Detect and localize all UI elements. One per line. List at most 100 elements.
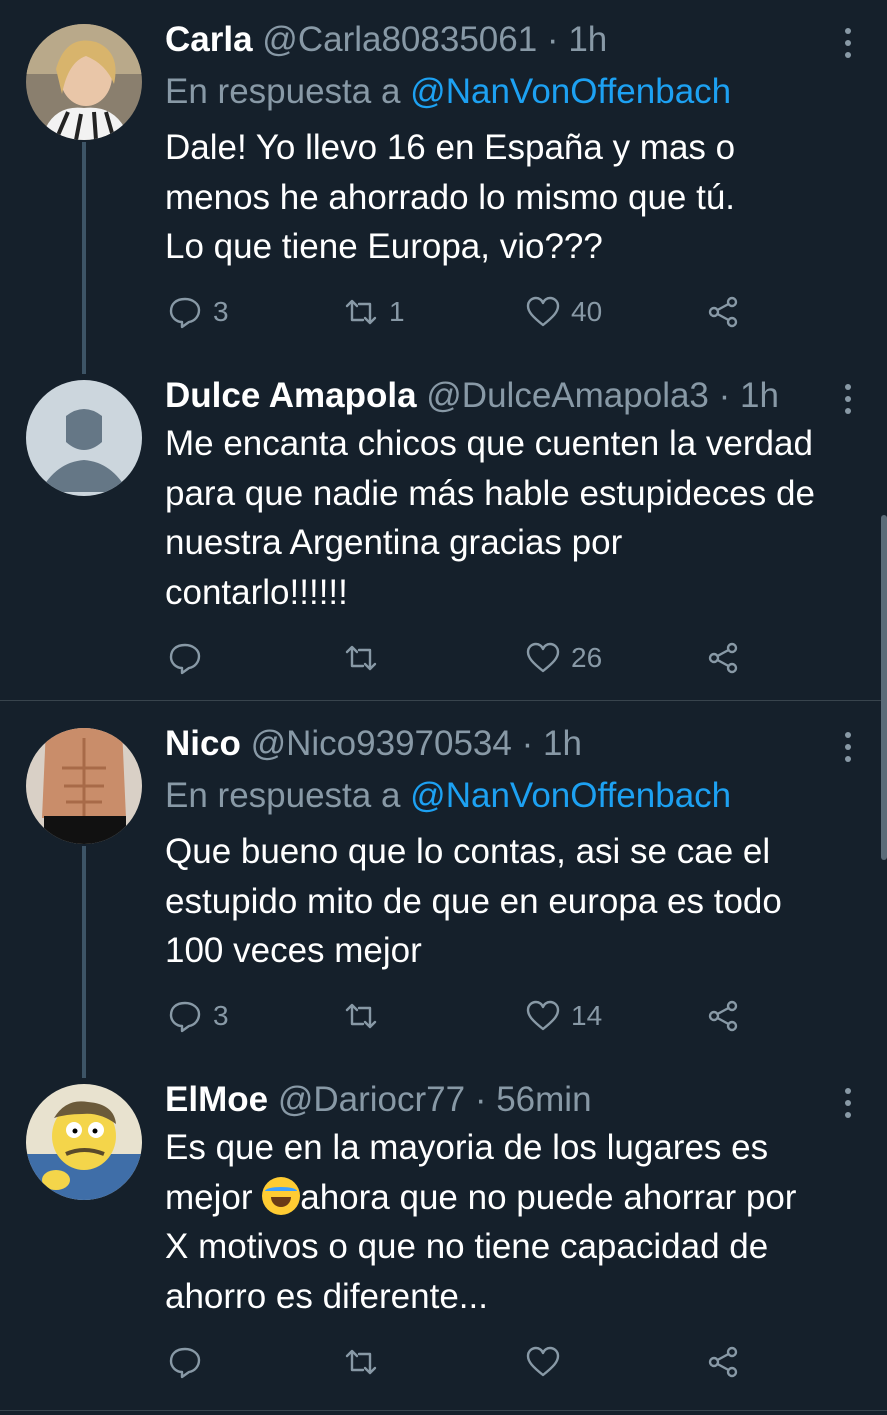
share-button[interactable] [705, 292, 741, 332]
display-name[interactable]: ElMoe [165, 1080, 268, 1119]
reply-count: 3 [213, 296, 229, 327]
separator: · [546, 20, 559, 59]
heart-icon [526, 1000, 560, 1031]
more-vertical-icon[interactable] [845, 28, 853, 64]
tweet[interactable]: Dulce Amapola @DulceAmapola3 · 1h Me enc… [0, 374, 887, 700]
more-vertical-icon[interactable] [845, 1088, 853, 1124]
retweet-icon [345, 645, 377, 671]
tweet-text-line: nuestra Argentina gracias por [165, 523, 623, 562]
tweet-text: Me encanta chicos que cuenten la verdad … [165, 419, 863, 617]
heart-icon [526, 1346, 560, 1377]
timestamp[interactable]: 1h [568, 20, 607, 59]
share-button[interactable] [705, 638, 741, 678]
like-button[interactable] [525, 1342, 561, 1382]
reply-context: En respuesta a @NanVonOffenbach [165, 70, 731, 114]
avatar-elmoe[interactable] [26, 1084, 142, 1200]
retweet-button[interactable]: 1 [343, 292, 405, 332]
separator: · [474, 1080, 487, 1119]
tweet-text-line: ahorro es diferente... [165, 1276, 488, 1316]
share-button[interactable] [705, 996, 741, 1036]
like-count: 40 [571, 296, 603, 327]
share-icon [708, 1000, 738, 1032]
tweet[interactable]: ElMoe @Dariocr77 · 56min Es que en la ma… [0, 1078, 887, 1404]
avatar-carla[interactable] [26, 24, 142, 140]
share-button[interactable] [705, 1342, 741, 1382]
divider [0, 700, 887, 701]
share-icon [708, 296, 738, 328]
user-handle[interactable]: @Nico93970534 [251, 724, 512, 763]
scrollbar[interactable] [881, 515, 887, 860]
tweet-actions: 3 14 [165, 996, 765, 1036]
divider [0, 1410, 887, 1411]
reply-mention-link[interactable]: @NanVonOffenbach [410, 776, 731, 815]
tweet-header: Carla @Carla80835061 · 1h [165, 18, 827, 62]
more-vertical-icon[interactable] [845, 732, 853, 768]
reply-icon [169, 1001, 201, 1033]
tweet-text-line: menos he ahorrado lo mismo que tú. [165, 177, 736, 217]
timestamp[interactable]: 1h [543, 724, 582, 763]
tweet-text-line: para que nadie más hable estupideces de [165, 473, 815, 513]
like-button[interactable]: 14 [525, 996, 602, 1036]
reply-prefix: En respuesta a [165, 72, 401, 111]
tweet-text-line: Es que en la mayoria de los lugares es [165, 1128, 769, 1167]
tweet-text-fragment: mejor [165, 1177, 263, 1217]
tweet-text-line: Me encanta chicos que cuenten la verdad [165, 424, 813, 463]
tweet-text-line: contarlo!!!!!! [165, 572, 348, 612]
user-handle[interactable]: @Carla80835061 [262, 20, 537, 59]
tweet-actions: 3 1 40 [165, 292, 765, 332]
tweet-text-line: Dale! Yo llevo 16 en España y mas o [165, 128, 736, 167]
user-handle[interactable]: @Dariocr77 [278, 1080, 465, 1119]
retweet-button[interactable] [343, 1342, 379, 1382]
face-with-tears-of-joy-icon [262, 1176, 301, 1215]
tweet[interactable]: Carla @Carla80835061 · 1h En respuesta a… [0, 18, 887, 358]
tweet-text-line: X motivos o que no tiene capacidad de [165, 1227, 769, 1266]
reply-button[interactable]: 3 [167, 996, 229, 1036]
share-icon [708, 1346, 738, 1378]
tweet-text: Es que en la mayoria de los lugares es m… [165, 1123, 863, 1321]
display-name[interactable]: Dulce Amapola [165, 376, 417, 415]
tweet-text-line: 100 veces mejor [165, 931, 422, 970]
tweet-text-line: Que bueno que lo contas, asi se cae el [165, 832, 771, 871]
separator: · [521, 724, 534, 763]
tweet-text-line: estupido mito de que en europa es todo [165, 881, 782, 921]
avatar-dulce-amapola[interactable] [26, 380, 142, 496]
tweet-text: Que bueno que lo contas, asi se cae el e… [165, 827, 863, 976]
more-vertical-icon[interactable] [845, 384, 853, 420]
reply-mention-link[interactable]: @NanVonOffenbach [410, 72, 731, 111]
avatar-nico[interactable] [26, 728, 142, 844]
like-count: 14 [571, 1000, 603, 1031]
retweet-icon [345, 1349, 377, 1375]
tweet-text: Dale! Yo llevo 16 en España y mas o meno… [165, 123, 863, 272]
tweet-text-line: Lo que tiene Europa, vio??? [165, 227, 603, 266]
share-icon [708, 642, 738, 674]
reply-context: En respuesta a @NanVonOffenbach [165, 774, 731, 818]
tweet-actions: 26 [165, 638, 765, 678]
like-button[interactable]: 26 [525, 638, 602, 678]
user-handle[interactable]: @DulceAmapola3 [426, 376, 709, 415]
tweet-header: Nico @Nico93970534 · 1h [165, 722, 827, 766]
reply-icon [169, 297, 201, 329]
tweet-header: ElMoe @Dariocr77 · 56min [165, 1078, 827, 1122]
tweet-text-fragment: ahora que no puede ahorrar por [300, 1177, 797, 1217]
tweet-header: Dulce Amapola @DulceAmapola3 · 1h [165, 374, 827, 418]
retweet-button[interactable] [343, 996, 379, 1036]
like-button[interactable]: 40 [525, 292, 602, 332]
reply-button[interactable] [167, 638, 203, 678]
timestamp[interactable]: 56min [496, 1080, 591, 1119]
heart-icon [526, 296, 560, 327]
retweet-count: 1 [389, 296, 405, 327]
tweet[interactable]: Nico @Nico93970534 · 1h En respuesta a @… [0, 722, 887, 1062]
display-name[interactable]: Nico [165, 724, 241, 763]
separator: · [718, 376, 731, 415]
reply-prefix: En respuesta a [165, 776, 401, 815]
retweet-button[interactable] [343, 638, 379, 678]
reply-button[interactable]: 3 [167, 292, 229, 332]
display-name[interactable]: Carla [165, 20, 253, 59]
timestamp[interactable]: 1h [740, 376, 779, 415]
reply-count: 3 [213, 1000, 229, 1031]
tweet-text-line: mejor ahora que no puede ahorrar por [165, 1173, 863, 1223]
retweet-icon [345, 299, 377, 325]
reply-button[interactable] [167, 1342, 203, 1382]
tweet-actions [165, 1342, 765, 1382]
heart-icon [526, 642, 560, 673]
